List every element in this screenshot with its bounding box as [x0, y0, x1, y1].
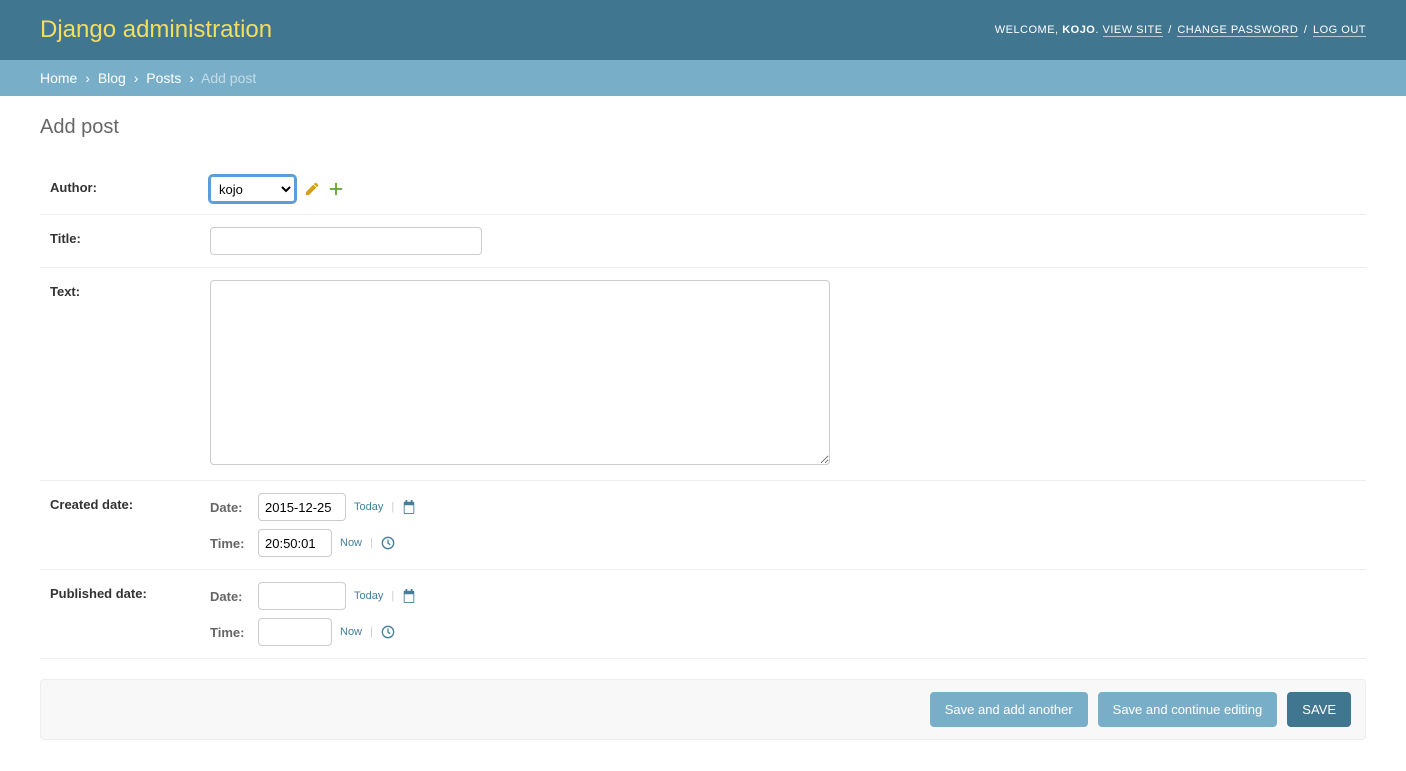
submit-row: Save and add another Save and continue e… — [40, 679, 1366, 740]
created-date-label: Created date: — [50, 493, 210, 512]
published-date-date-label: Date: — [210, 589, 250, 604]
published-date-time-input[interactable] — [258, 618, 332, 646]
created-date-time-label: Time: — [210, 536, 250, 551]
change-password-link[interactable]: CHANGE PASSWORD — [1177, 24, 1298, 37]
page-title: Add post — [40, 116, 1366, 139]
save-add-another-button[interactable]: Save and add another — [930, 692, 1088, 727]
now-link-2[interactable]: Now — [340, 626, 362, 638]
published-date-label: Published date: — [50, 582, 210, 601]
header: Django administration WELCOME, KOJO. VIE… — [0, 0, 1406, 60]
calendar-icon[interactable] — [402, 500, 416, 514]
welcome-text: WELCOME, — [995, 24, 1059, 36]
breadcrumb-home[interactable]: Home — [40, 70, 77, 86]
today-link[interactable]: Today — [354, 501, 383, 513]
form-row-text: Text: — [40, 268, 1366, 481]
published-date-date-input[interactable] — [258, 582, 346, 610]
content: Add post Author: kojo — [0, 96, 1406, 760]
calendar-icon[interactable] — [402, 589, 416, 603]
breadcrumb-model[interactable]: Posts — [146, 70, 181, 86]
user-tools: WELCOME, KOJO. VIEW SITE / CHANGE PASSWO… — [995, 24, 1366, 36]
breadcrumb-current: Add post — [201, 70, 256, 86]
clock-icon[interactable] — [381, 625, 395, 639]
form-row-created-date: Created date: Date: Today | Time: Now | — [40, 481, 1366, 570]
breadcrumb: Home › Blog › Posts › Add post — [0, 60, 1406, 96]
today-link-2[interactable]: Today — [354, 590, 383, 602]
clock-icon[interactable] — [381, 536, 395, 550]
title-label: Title: — [50, 227, 210, 246]
author-select[interactable]: kojo — [210, 176, 295, 202]
add-related-icon[interactable] — [329, 182, 343, 196]
text-textarea[interactable] — [210, 280, 830, 465]
published-date-time-label: Time: — [210, 625, 250, 640]
form-row-author: Author: kojo — [40, 164, 1366, 215]
logout-link[interactable]: LOG OUT — [1313, 24, 1366, 37]
form-row-title: Title: — [40, 215, 1366, 268]
created-date-date-label: Date: — [210, 500, 250, 515]
view-site-link[interactable]: VIEW SITE — [1103, 24, 1163, 37]
form-row-published-date: Published date: Date: Today | Time: Now … — [40, 570, 1366, 659]
breadcrumb-app[interactable]: Blog — [98, 70, 126, 86]
title-input[interactable] — [210, 227, 482, 255]
change-related-icon[interactable] — [305, 182, 319, 196]
now-link[interactable]: Now — [340, 537, 362, 549]
branding: Django administration — [40, 16, 272, 44]
text-label: Text: — [50, 280, 210, 299]
author-label: Author: — [50, 176, 210, 195]
username: KOJO — [1062, 24, 1095, 36]
form-fieldset: Author: kojo Title: — [40, 164, 1366, 659]
save-continue-button[interactable]: Save and continue editing — [1098, 692, 1278, 727]
created-date-time-input[interactable] — [258, 529, 332, 557]
created-date-date-input[interactable] — [258, 493, 346, 521]
save-button[interactable]: SAVE — [1287, 692, 1351, 727]
